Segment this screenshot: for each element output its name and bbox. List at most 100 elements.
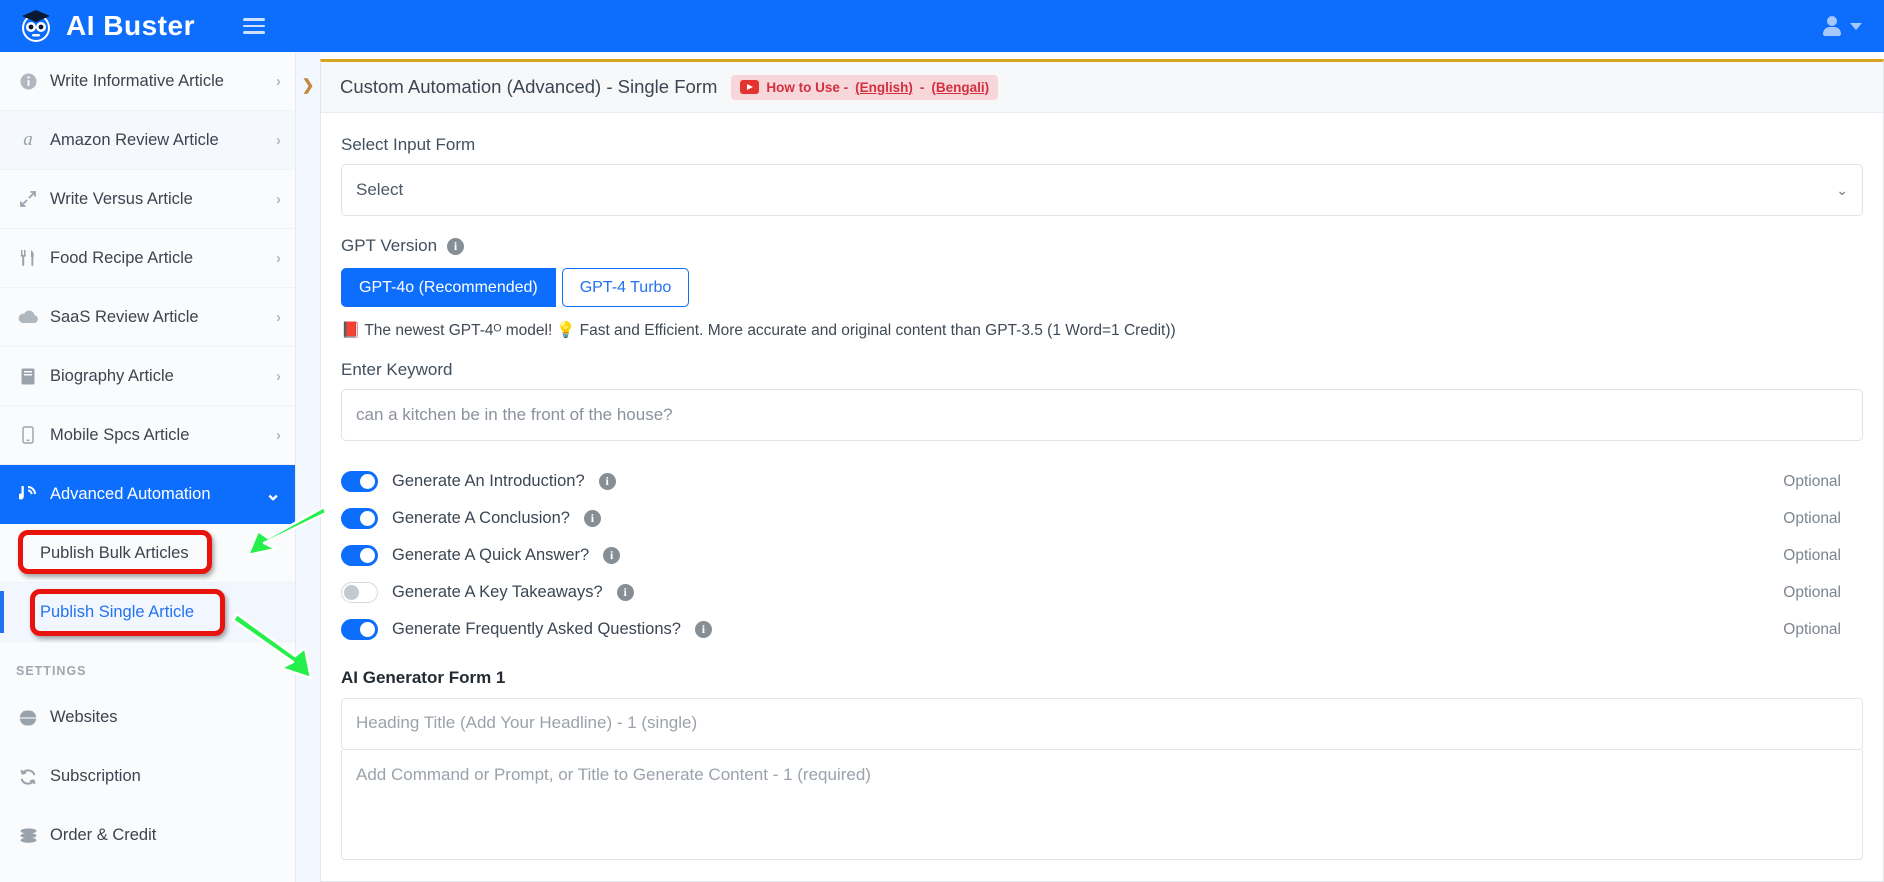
sidebar-item-websites[interactable]: Websites [0,688,295,747]
toggle-row: Generate An Introduction? i Optional [341,463,1863,500]
robot-graduate-logo [16,6,56,46]
sidebar-item-label: Websites [50,708,118,726]
hamburger-icon[interactable] [242,18,265,34]
optional-badge: Optional [1783,620,1841,638]
brand-name: AI Buster [66,10,195,41]
toggle-generate-a-key-takeaways[interactable] [341,582,378,603]
card-header: Custom Automation (Advanced) - Single Fo… [321,62,1883,113]
optional-badge: Optional [1783,546,1841,564]
chevron-right-icon: › [276,426,281,444]
chevron-down-icon: ⌄ [1836,181,1848,198]
prompt-textarea[interactable]: Add Command or Prompt, or Title to Gener… [341,750,1863,860]
page-title: Custom Automation (Advanced) - Single Fo… [340,76,718,97]
sidebar-item-subscription[interactable]: Subscription [0,747,295,806]
toggle-generate-frequently-asked-questions[interactable] [341,619,378,640]
info-icon[interactable]: i [603,547,621,564]
sidebar-collapse-toggle[interactable]: ❯ [296,52,320,882]
amazon-icon: a [23,129,33,150]
info-circle-icon [16,73,40,90]
sidebar-item-label: Biography Article [50,366,174,385]
keyword-input[interactable]: can a kitchen be in the front of the hou… [341,389,1863,441]
chevron-right-icon: › [276,367,281,385]
sidebar-item-label: Food Recipe Article [50,248,194,267]
gpt-version-description: 📕 The newest GPT-4ᴼ model! 💡 Fast and Ef… [341,321,1863,340]
chevron-right-icon: › [276,131,281,149]
toggle-label: Generate An Introduction? [392,472,585,490]
prompt-placeholder: Add Command or Prompt, or Title to Gener… [356,765,871,784]
gpt-version-label: GPT Version [341,236,438,255]
sidebar-item-label: Amazon Review Article [50,130,219,149]
toggle-label: Generate A Key Takeaways? [392,583,603,601]
toggle-generate-a-quick-answer[interactable] [341,545,378,566]
sidebar-subitem-label: Publish Single Article [40,602,195,621]
sidebar-item-write-versus-article[interactable]: Write Versus Article › [0,170,295,229]
info-icon[interactable]: i [616,584,634,601]
sidebar-item-amazon-review-article[interactable]: a Amazon Review Article › [0,111,295,170]
sidebar-item-label: Order & Credit [50,826,157,844]
coins-stack-icon [16,827,40,844]
sidebar-item-biography-article[interactable]: Biography Article › [0,347,295,406]
optional-badge: Optional [1783,583,1841,601]
app-root: AI Buster Write Informative Article › a … [0,0,1884,882]
heading-title-input[interactable]: Heading Title (Add Your Headline) - 1 (s… [341,698,1863,750]
user-avatar-icon [1822,16,1842,36]
keyword-section: Enter Keyword can a kitchen be in the fr… [341,360,1863,441]
how-to-use-bengali-link[interactable]: (Bengali) [931,80,989,95]
chevron-down-icon: ⌄ [265,483,281,505]
sidebar-item-publish-bulk-articles[interactable]: Publish Bulk Articles [0,524,295,583]
options-toggle-list: Generate An Introduction? i Optional Gen… [341,463,1863,648]
sidebar-section-settings: SETTINGS [16,664,87,678]
sidebar-item-order-and-credit[interactable]: Order & Credit [0,806,295,865]
info-icon[interactable]: i [583,510,601,527]
cloud-icon [16,310,40,324]
toggle-generate-an-introduction[interactable] [341,471,378,492]
user-menu[interactable] [1822,0,1862,52]
sidebar-item-label: Write Informative Article [50,71,224,90]
info-icon[interactable]: i [694,621,712,638]
select-input-form-label: Select Input Form [341,135,476,154]
broadcast-icon [16,485,40,504]
info-icon[interactable]: i [447,237,465,255]
toggle-label: Generate A Quick Answer? [392,546,590,564]
how-to-use-english-link[interactable]: (English) [855,80,913,95]
youtube-play-icon [740,80,760,94]
gpt-description-part-1: The newest GPT-4ᴼ model! [364,321,553,339]
toggle-generate-a-conclusion[interactable] [341,508,378,529]
sidebar-subitem-label: Publish Bulk Articles [40,543,189,562]
toggle-row: Generate A Quick Answer? i Optional [341,537,1863,574]
brand-logo-area[interactable]: AI Buster [16,6,195,46]
chevron-right-icon: › [276,72,281,90]
sidebar-item-publish-single-article[interactable]: Publish Single Article [0,583,295,642]
form-body: Select Input Form Select ⌄ GPT Version i… [321,113,1883,860]
how-to-use-separator: - [919,79,925,95]
chevron-right-icon: ❯ [301,77,315,94]
refresh-cycle-icon [16,768,40,786]
sidebar-item-label: Write Versus Article [50,189,193,208]
toggle-row: Generate A Conclusion? i Optional [341,500,1863,537]
select-input-form-dropdown[interactable]: Select ⌄ [341,164,1863,216]
sidebar: Write Informative Article › a Amazon Rev… [0,52,296,882]
gpt-description-part-2: Fast and Efficient. More accurate and or… [579,321,1176,339]
sidebar-item-saas-review-article[interactable]: SaaS Review Article › [0,288,295,347]
info-icon[interactable]: i [598,473,616,490]
sidebar-item-mobile-spcs-article[interactable]: Mobile Spcs Article › [0,406,295,465]
chevron-right-icon: › [276,308,281,326]
sidebar-item-label: Advanced Automation [50,485,211,503]
enter-keyword-label: Enter Keyword [341,360,453,379]
how-to-use-badge[interactable]: How to Use - (English) - (Bengali) [731,74,999,100]
sidebar-item-advanced-automation[interactable]: Advanced Automation ⌄ [0,465,295,524]
how-to-use-text: How to Use - [766,79,849,95]
gpt-4o-button[interactable]: GPT-4o (Recommended) [341,268,556,307]
heading-title-placeholder: Heading Title (Add Your Headline) - 1 (s… [356,713,698,732]
sidebar-item-food-recipe-article[interactable]: Food Recipe Article › [0,229,295,288]
arrows-versus-icon [16,190,40,208]
gpt-4-turbo-button[interactable]: GPT-4 Turbo [561,268,690,307]
book-icon [16,368,40,385]
sidebar-item-write-informative-article[interactable]: Write Informative Article › [0,52,295,111]
toggle-row: Generate A Key Takeaways? i Optional [341,574,1863,611]
sidebar-item-label: Subscription [50,767,141,785]
globe-icon [16,708,40,727]
mobile-phone-icon [16,426,40,444]
toggle-label: Generate A Conclusion? [392,509,570,527]
keyword-placeholder: can a kitchen be in the front of the hou… [356,405,673,424]
